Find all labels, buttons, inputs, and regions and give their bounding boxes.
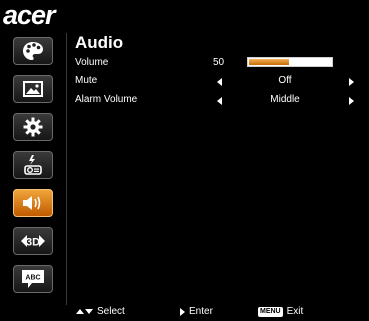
mute-label: Mute (75, 75, 98, 86)
mute-right-arrow-icon[interactable] (349, 78, 354, 86)
sidebar-item-language[interactable]: ABC (13, 265, 53, 293)
enter-hint: Enter (180, 306, 213, 317)
gear-icon (23, 117, 43, 137)
alarm-volume-right-arrow-icon[interactable] (349, 97, 354, 105)
alarm-volume-row[interactable]: Alarm Volume Middle (75, 92, 365, 108)
select-hint-label: Select (97, 306, 125, 317)
sidebar-item-image[interactable] (13, 75, 53, 103)
palette-icon (22, 41, 44, 61)
enter-hint-label: Enter (189, 306, 213, 317)
menu-key-icon: MENU (258, 306, 283, 317)
sidebar-item-color[interactable] (13, 37, 53, 65)
sidebar-item-audio[interactable] (13, 189, 53, 217)
select-hint: Select (76, 306, 125, 317)
speaker-icon (21, 194, 45, 212)
volume-row[interactable]: Volume 50 (75, 55, 365, 71)
volume-label: Volume (75, 57, 109, 68)
acer-logo: acer (3, 0, 56, 30)
volume-value: 50 (213, 57, 225, 68)
projector-icon (23, 154, 43, 176)
mute-row[interactable]: Mute Off (75, 73, 365, 89)
exit-hint: MENU Exit (258, 306, 303, 317)
right-arrow-icon (180, 307, 185, 316)
speech-bubble-icon: ABC (20, 268, 46, 290)
volume-slider-fill (249, 59, 289, 65)
alarm-volume-label: Alarm Volume (75, 94, 138, 105)
3d-icon: 3D (20, 231, 46, 251)
sidebar-item-management[interactable] (13, 151, 53, 179)
up-down-arrows-icon (76, 309, 93, 314)
mute-value: Off (278, 75, 292, 86)
sidebar: 3D ABC (8, 33, 67, 305)
speech-bubble-label: ABC (25, 275, 40, 282)
volume-slider[interactable] (247, 57, 333, 67)
sidebar-item-3d[interactable]: 3D (13, 227, 53, 255)
alarm-volume-value: Middle (270, 94, 300, 105)
3d-icon-label: 3D (26, 237, 40, 249)
picture-icon (23, 81, 43, 97)
alarm-volume-left-arrow-icon[interactable] (217, 97, 222, 105)
mute-left-arrow-icon[interactable] (217, 78, 222, 86)
exit-hint-label: Exit (286, 306, 304, 317)
sidebar-item-settings[interactable] (13, 113, 53, 141)
page-title: Audio (75, 33, 124, 52)
footer-hints: Select Enter MENU Exit (0, 306, 369, 321)
